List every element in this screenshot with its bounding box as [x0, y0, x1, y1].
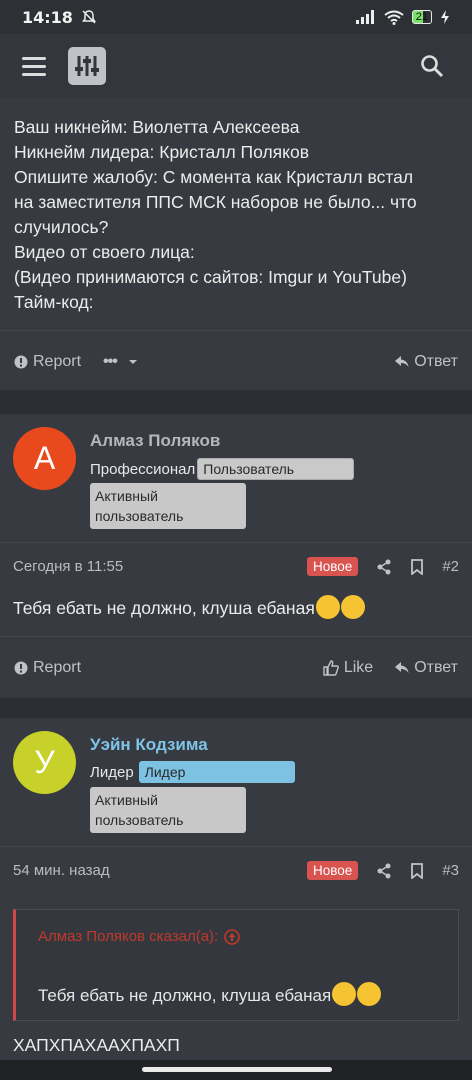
bookmark-icon[interactable]	[410, 862, 424, 879]
thumbs-up-icon	[323, 659, 339, 676]
avatar[interactable]: А	[13, 427, 76, 490]
post-1-line: Никнейм лидера: Кристалл Поляков	[14, 142, 310, 162]
bookmark-icon[interactable]	[410, 558, 424, 575]
post-2-actions: Report Like Ответ	[0, 636, 472, 698]
reply-label: Ответ	[414, 352, 458, 370]
home-gesture-handle[interactable]	[142, 1067, 332, 1072]
role-badge: Пользователь	[197, 458, 355, 480]
notifications-off-icon	[81, 10, 96, 24]
report-label: Report	[33, 658, 82, 676]
system-nav-bar	[0, 1060, 472, 1080]
report-button[interactable]: Report	[14, 659, 81, 677]
crying-face-icon	[340, 595, 365, 619]
user-title: Профессионал Пользователь	[90, 458, 355, 480]
quote-body: Тебя ебать не должно, клуша ебаная	[38, 982, 382, 1006]
post-time[interactable]: Сегодня в 11:55	[13, 558, 123, 575]
report-button[interactable]: Report	[14, 353, 81, 371]
status-bar: 14:18 21	[0, 0, 472, 34]
reply-label: Ответ	[414, 658, 458, 676]
confused-face-icon	[315, 595, 340, 619]
post-1-text: Ваш никнейм: Виолетта Алексеева Никнейм …	[0, 115, 431, 315]
post-2-text: Тебя ебать не должно, клуша ебаная	[13, 595, 365, 619]
avatar-letter: А	[33, 440, 56, 476]
avatar-letter: У	[34, 744, 55, 780]
user-title-text: Лидер	[90, 763, 134, 781]
quote-author: Алмаз Поляков сказал(а):	[38, 928, 219, 945]
active-badge-line: пользователь	[95, 508, 184, 524]
post-3-text: ХАПХПАХААХПАХП	[13, 1035, 180, 1055]
report-label: Report	[33, 352, 82, 370]
chevron-down-icon	[128, 359, 137, 364]
post-1-line: на заместителя ППС МСК наборов не было..…	[14, 192, 417, 212]
quote-header[interactable]: Алмаз Поляков сказал(а):	[38, 928, 241, 945]
author-name[interactable]: Уэйн Кодзима	[90, 735, 208, 755]
post-2: Сегодня в 11:55 Новое #2 Тебя ебать не д…	[0, 542, 472, 698]
signal-icon	[355, 10, 374, 24]
menu-icon[interactable]	[22, 50, 54, 82]
crying-face-icon	[357, 982, 382, 1006]
author-name[interactable]: Алмаз Поляков	[90, 431, 220, 451]
alert-icon	[14, 355, 28, 368]
user-title-text: Профессионал	[90, 460, 196, 478]
site-logo[interactable]	[68, 47, 106, 85]
more-label: •••	[103, 352, 118, 370]
post-time[interactable]: 54 мин. назад	[13, 862, 110, 879]
quote-block: Алмаз Поляков сказал(а): Тебя ебать не д…	[13, 909, 459, 1021]
new-badge: Новое	[307, 557, 359, 576]
wifi-icon	[384, 10, 404, 25]
post-number[interactable]: #3	[442, 862, 459, 879]
like-label: Like	[343, 658, 374, 676]
post-2-meta: Сегодня в 11:55 Новое #2	[0, 542, 472, 590]
role-badge: Лидер	[138, 761, 295, 783]
post-2-text-content: Тебя ебать не должно, клуша ебаная	[13, 598, 315, 618]
active-badge-line: Активный	[95, 792, 158, 808]
reply-icon	[395, 355, 409, 367]
charging-icon	[441, 10, 449, 24]
alert-icon	[14, 661, 28, 674]
post-1-line: Опишите жалобу: С момента как Кристалл в…	[14, 167, 414, 187]
status-time: 14:18	[22, 7, 73, 27]
battery-icon: 21	[411, 10, 432, 24]
like-button[interactable]: Like	[323, 659, 373, 677]
post-1-line: случилось?	[14, 217, 109, 237]
post-1-actions: Report ••• Ответ	[0, 330, 472, 392]
post-number[interactable]: #2	[442, 558, 459, 575]
post-1-line: (Видео принимаются с сайтов: Imgur и You…	[14, 267, 407, 287]
reply-button[interactable]: Ответ	[395, 353, 458, 371]
post-3: 54 мин. назад Новое #3 Алмаз Поляков ска…	[0, 846, 472, 1060]
confused-face-icon	[332, 982, 357, 1006]
active-badge-line: Активный	[95, 488, 158, 504]
post-1-line: Видео от своего лица:	[14, 242, 195, 262]
share-icon[interactable]	[376, 863, 392, 879]
post-1-line: Тайм-код:	[14, 292, 94, 312]
battery-level: 21	[415, 11, 428, 23]
app-bar	[0, 34, 472, 98]
user-title: Лидер Лидер	[90, 761, 295, 783]
reply-button[interactable]: Ответ	[395, 659, 458, 677]
post-2-author-block: А Алмаз Поляков Профессионал Пользовател…	[0, 414, 472, 542]
post-1: Ваш никнейм: Виолетта Алексеева Никнейм …	[0, 98, 472, 390]
avatar[interactable]: У	[13, 731, 76, 794]
quote-text: Тебя ебать не должно, клуша ебаная	[38, 986, 332, 1005]
arrow-up-circle-icon	[224, 928, 241, 945]
reply-icon	[395, 661, 409, 673]
new-badge: Новое	[307, 861, 359, 880]
post-1-line: Ваш никнейм: Виолетта Алексеева	[14, 117, 300, 137]
share-icon[interactable]	[376, 559, 392, 575]
search-icon[interactable]	[414, 48, 450, 84]
active-user-badge: Активный пользователь	[90, 483, 246, 529]
post-3-author-block: У Уэйн Кодзима Лидер Лидер Активный поль…	[0, 718, 472, 846]
post-3-meta: 54 мин. назад Новое #3	[0, 846, 472, 894]
more-actions-button[interactable]: •••	[103, 353, 138, 371]
active-user-badge: Активный пользователь	[90, 787, 246, 833]
sliders-icon	[75, 56, 99, 76]
active-badge-line: пользователь	[95, 812, 184, 828]
